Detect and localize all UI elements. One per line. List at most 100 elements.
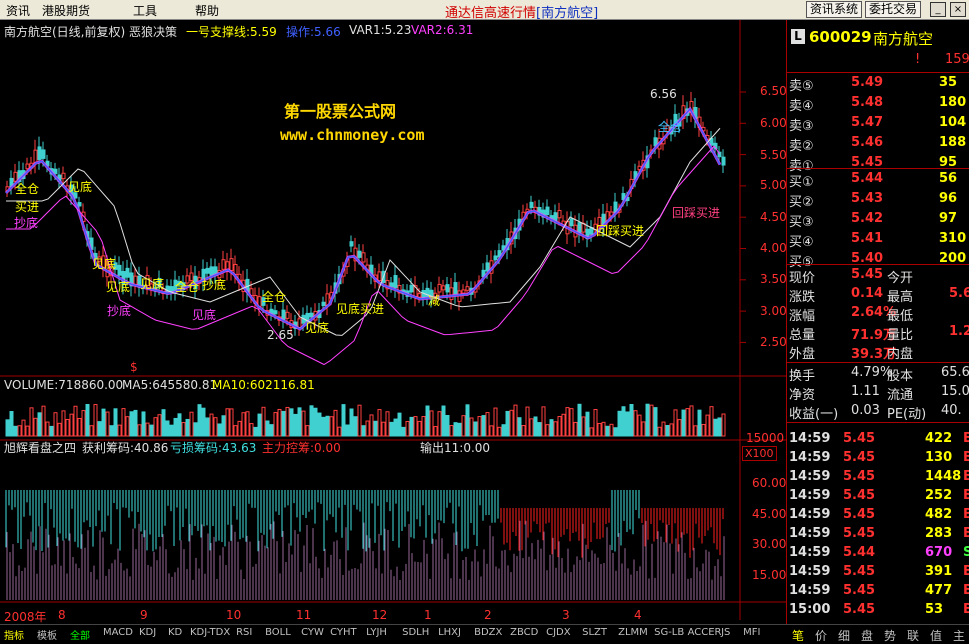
indicator-tab[interactable]: MFI	[743, 627, 760, 638]
tick-volume: 391	[925, 564, 953, 579]
indicator-tab[interactable]: CJDX	[546, 627, 570, 638]
bid-price: 5.42	[851, 211, 884, 226]
stock-code: 600029	[809, 28, 872, 46]
tick-row: 14:59 5.45 482 B	[787, 505, 969, 525]
volume-bar	[365, 420, 370, 437]
volume-bar	[641, 421, 646, 437]
indicator-tab[interactable]: CYW	[301, 627, 324, 638]
close-icon[interactable]: ×	[950, 2, 966, 17]
volume-bar	[533, 416, 538, 437]
volume-bar	[217, 423, 222, 437]
volume-bar	[713, 418, 718, 437]
indicator-tab[interactable]: BDZX	[474, 627, 502, 638]
candle-body	[61, 172, 66, 180]
ask-volume: 180	[939, 95, 967, 110]
stat-value: 0.03	[851, 403, 880, 418]
time-axis-label: 12	[372, 608, 388, 622]
tick-row: 15:00 5.45 53 B	[787, 600, 969, 620]
volume-bar	[669, 423, 674, 437]
volume-bar	[581, 416, 586, 437]
indicator-tab[interactable]: SLZT	[582, 627, 607, 638]
volume-bar	[65, 418, 70, 437]
bid-row: 买④ 5.41 310	[787, 229, 969, 250]
info-system-button[interactable]: 资讯系统	[806, 1, 863, 18]
indicator-tab[interactable]: SDLH	[402, 627, 429, 638]
chart-area[interactable]: 南方航空(日线,前复权) 恶狼决策 一号支撑线:5.59 操作:5.66 VAR…	[0, 20, 787, 624]
panel-tab[interactable]: 势	[884, 627, 896, 644]
var2-value: VAR2:6.31	[411, 23, 474, 37]
volume-bar	[569, 408, 574, 437]
volume-bar	[397, 412, 402, 437]
indicator-tab[interactable]: ACCER	[688, 627, 722, 638]
menu-item-tools[interactable]: 工具	[133, 2, 157, 19]
indicator-tab[interactable]: KDJ	[139, 627, 156, 638]
var1-value: VAR1:5.23	[349, 23, 412, 37]
ask-volume: 35	[939, 75, 958, 90]
volume-bar	[141, 411, 146, 437]
volume-unit: X100	[742, 446, 777, 461]
high-price-label: 6.56	[650, 87, 677, 101]
panel-tab[interactable]: 联	[907, 627, 919, 644]
tick-price: 5.45	[843, 450, 876, 465]
panel-tab[interactable]: 值	[930, 627, 942, 644]
volume-bar	[593, 409, 598, 437]
tick-list[interactable]: 14:59 5.45 422 B 14:59 5.45 130 B 14:59 5.45 1448 B…	[787, 422, 969, 622]
indicator-tab[interactable]: 全部	[70, 627, 90, 642]
panel-tab[interactable]: 笔	[792, 627, 804, 644]
volume-bar	[185, 418, 190, 437]
tick-time: 14:59	[789, 431, 831, 446]
menu-item-news[interactable]: 资讯	[6, 2, 30, 19]
volume-bar	[613, 427, 618, 437]
panel-tab[interactable]: 细	[838, 627, 850, 644]
indicator-tab[interactable]: LYJH	[366, 627, 387, 638]
indicator-tab[interactable]: MACD	[103, 627, 133, 638]
indicator-tab[interactable]: BOLL	[265, 627, 291, 638]
volume-bar	[473, 421, 478, 437]
low-price-label: 2.65	[267, 328, 294, 342]
volume-bar	[89, 425, 94, 437]
indicator-tab[interactable]: LHXJ	[438, 627, 461, 638]
menu-item-hk-futures[interactable]: 港股期货	[42, 2, 90, 19]
volume-bar	[409, 416, 414, 437]
indicator-tab[interactable]: 模板	[37, 627, 57, 642]
annotation: 全仓	[658, 120, 683, 134]
panel-tab[interactable]: 主	[953, 627, 965, 644]
stat-value: 40.	[941, 403, 962, 418]
volume-bar	[237, 420, 242, 437]
tick-price: 5.45	[843, 488, 876, 503]
volume-bar	[353, 416, 358, 437]
volume-bar	[693, 425, 698, 437]
volume-bar	[21, 419, 26, 437]
candle-body	[53, 168, 58, 175]
tick-volume: 283	[925, 526, 953, 541]
indicator-tab[interactable]: CYHT	[330, 627, 357, 638]
indicator-tab[interactable]: KD	[168, 627, 182, 638]
volume-bar	[425, 405, 430, 437]
volume-bar	[561, 413, 566, 437]
candle-body	[569, 218, 574, 227]
indicator-tab[interactable]: KDJ-TDX	[190, 627, 230, 638]
volume-bar	[665, 424, 670, 437]
indicator-tab[interactable]: ZBCD	[510, 627, 538, 638]
indicator-tab[interactable]: 指标	[4, 627, 24, 642]
indicator-tab[interactable]: SG-LB	[654, 627, 684, 638]
volume-bar	[13, 425, 18, 437]
indicator-tab[interactable]: RSI	[236, 627, 252, 638]
tick-time: 14:59	[789, 564, 831, 579]
candle-body	[465, 286, 470, 291]
minimize-icon[interactable]: _	[930, 2, 946, 17]
panel-tab[interactable]: 盘	[861, 627, 873, 644]
volume-bar	[345, 424, 350, 437]
indicator-tab[interactable]: ZLMM	[618, 627, 648, 638]
trade-button[interactable]: 委托交易	[865, 1, 922, 18]
volume-bar	[577, 403, 582, 437]
indicator-tab[interactable]: JS	[721, 627, 730, 638]
volume-bar	[49, 425, 54, 437]
volume-bar	[489, 425, 494, 437]
annotation: 见底	[92, 257, 117, 271]
tick-time: 14:59	[789, 545, 831, 560]
panel-tab[interactable]: 价	[815, 627, 827, 644]
menu-item-help[interactable]: 帮助	[195, 2, 219, 19]
volume-bar	[225, 408, 230, 437]
watermark-url: www.chnmoney.com	[280, 126, 425, 144]
